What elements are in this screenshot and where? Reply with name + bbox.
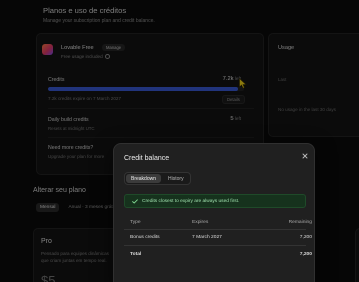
notice-text: Credits closest to expiry are always use… xyxy=(142,198,240,204)
close-button[interactable] xyxy=(300,151,309,160)
dialog-title: Credit balance xyxy=(124,155,170,162)
row-remaining: 7,200 xyxy=(299,251,312,257)
check-icon xyxy=(132,198,138,203)
table-row-total: Total 7,200 xyxy=(124,246,312,262)
close-icon xyxy=(302,153,307,158)
credit-table: Type Expires Remaining Bonus credits 7 M… xyxy=(124,216,312,262)
table-row: Bonus credits 7 March 2027 7,200 xyxy=(124,230,312,246)
row-type: Total xyxy=(130,251,142,257)
row-type: Bonus credits xyxy=(130,235,160,240)
table-header: Type Expires Remaining xyxy=(124,216,312,230)
info-notice: Credits closest to expiry are always use… xyxy=(124,194,306,208)
column-type: Type xyxy=(130,220,141,225)
tab-history[interactable]: History xyxy=(163,174,189,183)
row-remaining: 7,200 xyxy=(299,235,312,240)
dialog-tabs: Breakdown History xyxy=(124,172,191,185)
row-expires: 7 March 2027 xyxy=(192,235,222,240)
column-expires: Expires xyxy=(192,220,209,225)
credit-balance-dialog: Credit balance Breakdown History Credits… xyxy=(113,143,315,282)
column-remaining: Remaining xyxy=(288,220,312,225)
tab-breakdown[interactable]: Breakdown xyxy=(126,174,162,183)
